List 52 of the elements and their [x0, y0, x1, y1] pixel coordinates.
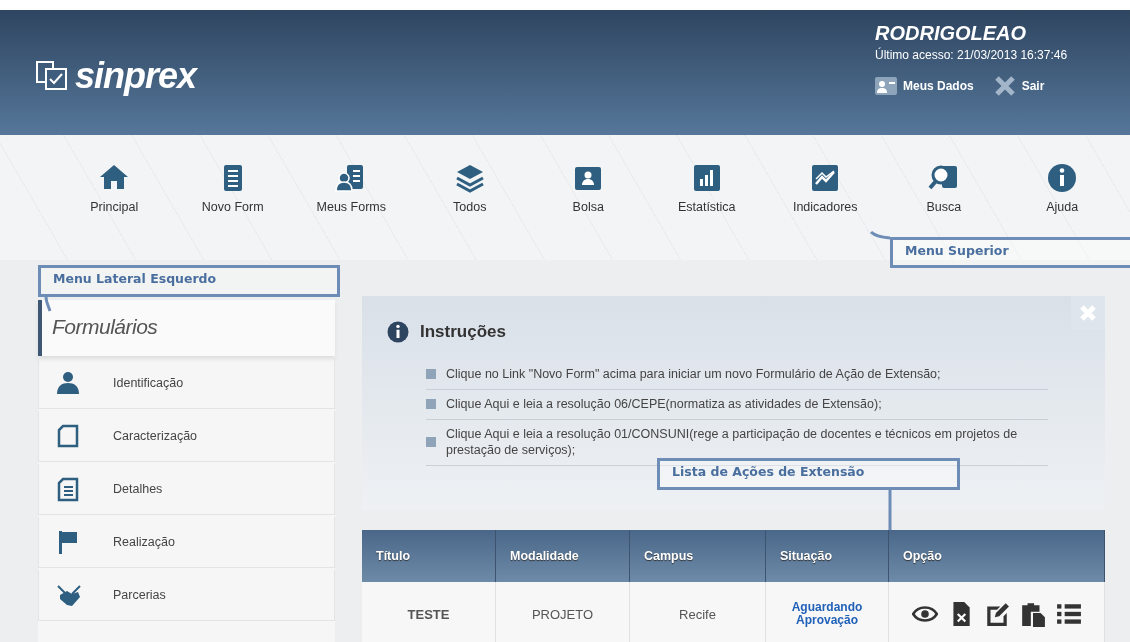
- bullet-icon: [426, 369, 436, 379]
- instruction-text: Clique Aqui e leia a resolução 06/CEPE(normatiza as atividades de Extensão);: [446, 396, 882, 412]
- panel-title: Instruções: [420, 322, 506, 342]
- bullet-icon: [426, 399, 436, 409]
- menu-item[interactable]: Bolsa: [529, 135, 648, 214]
- clipboard-icon[interactable]: [1019, 601, 1046, 627]
- instruction-text: Clique no Link "Novo Form" acima para iniciar um novo Formulário de Ação de Extensão;: [446, 366, 941, 382]
- column-header: Modalidade: [495, 530, 630, 582]
- annotation-label: Menu Lateral Esquerdo: [38, 265, 340, 297]
- user-name: RODRIGOLEAO: [875, 22, 1028, 45]
- header-link[interactable]: Sair: [1021, 79, 1045, 93]
- list-icon[interactable]: [1055, 601, 1082, 627]
- menu-item[interactable]: Todos: [410, 135, 529, 214]
- column-header: Título: [362, 530, 496, 582]
- id-card-icon[interactable]: [875, 77, 897, 95]
- sidebar-item[interactable]: Realização: [38, 517, 335, 568]
- sidebar-item[interactable]: Identificação: [38, 358, 335, 409]
- sidebar-item[interactable]: Caracterização: [38, 411, 335, 462]
- leader-line: [44, 296, 52, 312]
- column-header: Situação: [765, 530, 889, 582]
- table-cell: Recife: [629, 582, 766, 642]
- column-header: Campus: [629, 530, 766, 582]
- page-icon: [55, 423, 81, 449]
- sidebar-item[interactable]: Detalhes: [38, 464, 335, 515]
- instruction-text: Clique Aqui e leia a resolução 01/CONSUNI(rege a participação de docentes e técnicos em projetos de prestação de serviços);: [446, 426, 1019, 458]
- leader-line: [888, 490, 892, 530]
- logo-text: sinprex: [75, 54, 197, 97]
- leader-line: [870, 230, 891, 240]
- annotation-label: Lista de Ações de Extensão: [657, 458, 960, 490]
- menu-item[interactable]: Indicadores: [766, 135, 885, 214]
- menu-item[interactable]: Busca: [884, 135, 1003, 214]
- last-access: Último acesso: 21/03/2013 16:37:46: [875, 48, 1069, 62]
- logo-icon: [35, 59, 69, 92]
- sidebar-item[interactable]: Parcerias: [38, 570, 335, 621]
- menu-item[interactable]: Meus Forms: [292, 135, 411, 214]
- status-link[interactable]: Aguardando Aprovação: [767, 601, 887, 627]
- info-icon: [386, 320, 410, 344]
- table-cell: PROJETO: [495, 582, 630, 642]
- bullet-icon: [426, 437, 436, 447]
- table-cell: TESTE: [362, 582, 496, 642]
- menu-item[interactable]: Ajuda: [1003, 135, 1122, 214]
- menu-item[interactable]: Principal: [55, 135, 174, 214]
- annotation-label: Menu Superior: [890, 237, 1130, 268]
- header-link[interactable]: Meus Dados: [903, 79, 974, 93]
- user-icon: [55, 370, 81, 396]
- close-icon[interactable]: [993, 76, 1016, 96]
- column-header: Opção: [888, 530, 1105, 582]
- info-icon: [1046, 162, 1079, 194]
- sidebar-title: Formulários: [38, 300, 335, 356]
- menu-item[interactable]: Estatística: [647, 135, 766, 214]
- document-list-icon: [55, 476, 81, 502]
- menu-item[interactable]: Novo Form: [173, 135, 292, 214]
